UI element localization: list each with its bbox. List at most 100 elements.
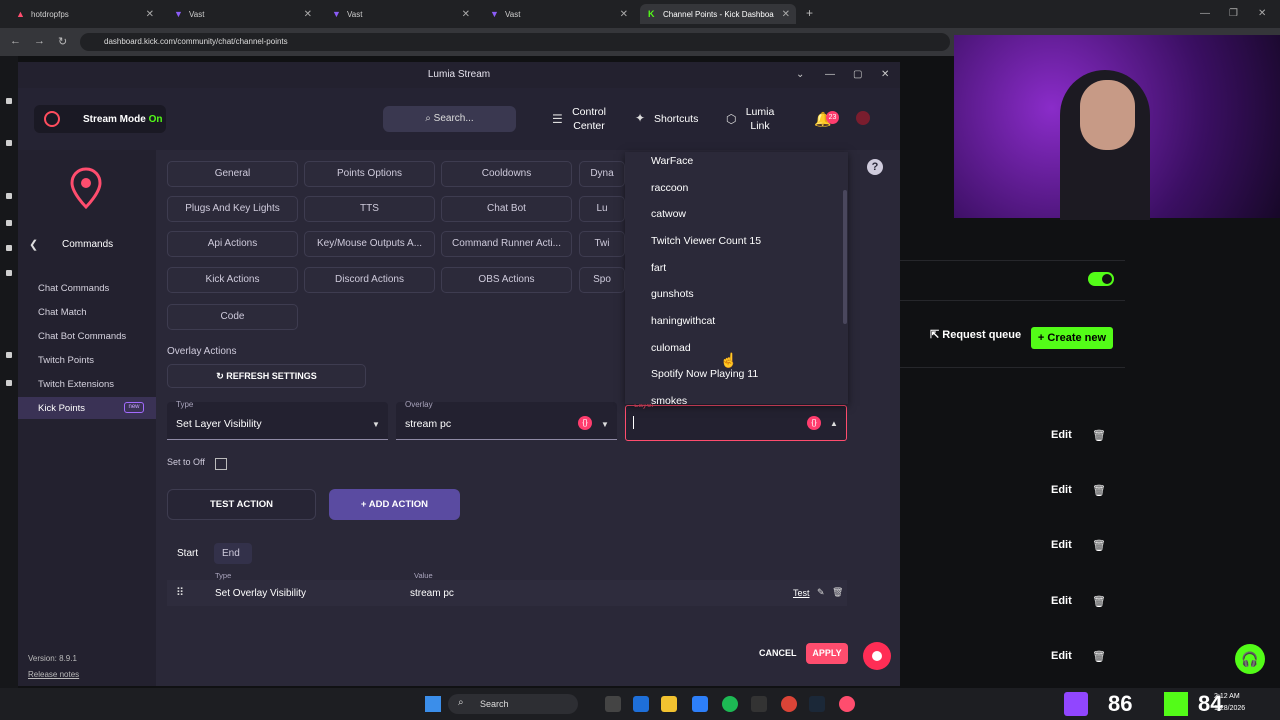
maximize-icon[interactable]: ❐ (1229, 8, 1238, 19)
close-icon[interactable]: ✕ (881, 69, 889, 80)
tab-end[interactable]: End (222, 548, 240, 559)
kick-nav-icon[interactable] (6, 193, 12, 199)
kick-nav-icon[interactable] (6, 98, 12, 104)
enable-toggle[interactable] (1088, 272, 1114, 286)
category-discord-actions[interactable]: Discord Actions (304, 267, 435, 293)
category-command-runner[interactable]: Command Runner Acti... (441, 231, 572, 257)
task-view-icon[interactable] (605, 696, 621, 712)
list-item[interactable]: raccoon (651, 182, 688, 194)
category-general[interactable]: General (167, 161, 298, 187)
category-key-mouse-outputs[interactable]: Key/Mouse Outputs A... (304, 231, 435, 257)
forward-icon[interactable]: → (34, 35, 45, 47)
trash-icon[interactable]: 🗑 (832, 587, 843, 598)
test-action-button[interactable]: TEST ACTION (167, 489, 316, 520)
list-item[interactable]: culomad (651, 342, 691, 354)
trash-icon[interactable]: 🗑 (1092, 484, 1106, 497)
trash-icon[interactable]: 🗑 (1092, 595, 1106, 608)
hud-icon[interactable] (751, 696, 767, 712)
variable-icon[interactable]: {} (578, 416, 592, 430)
category-dynamic[interactable]: Dyna (579, 161, 625, 187)
close-icon[interactable]: ✕ (620, 9, 628, 20)
edit-button[interactable]: Edit (1051, 595, 1072, 607)
browser-tab[interactable]: ▼ Vast ✕ (166, 4, 318, 24)
kick-nav-icon[interactable] (6, 352, 12, 358)
new-tab-icon[interactable]: + (806, 6, 813, 20)
list-item[interactable]: gunshots (651, 288, 694, 300)
add-action-button[interactable]: + ADD ACTION (329, 489, 460, 520)
create-new-button[interactable]: + Create new (1031, 327, 1113, 349)
list-item[interactable]: fart (651, 262, 666, 274)
close-icon[interactable]: ✕ (146, 9, 154, 20)
minimize-icon[interactable]: — (1200, 8, 1210, 19)
kick-nav-icon[interactable] (6, 380, 12, 386)
list-item[interactable]: WarFace (651, 155, 693, 167)
row-test-link[interactable]: Test (793, 588, 810, 598)
variable-icon[interactable]: {} (807, 416, 821, 430)
back-chevron-icon[interactable]: ❮ (29, 238, 38, 251)
browser-tab[interactable]: ▼ Vast ✕ (324, 4, 476, 24)
browser-tab[interactable]: ▼ Vast ✕ (482, 4, 634, 24)
apply-button[interactable]: APPLY (806, 643, 848, 664)
chevron-down-icon[interactable]: ⌄ (796, 69, 804, 80)
category-kick-actions[interactable]: Kick Actions (167, 267, 298, 293)
set-to-off-checkbox[interactable] (215, 458, 227, 470)
refresh-settings-button[interactable]: ↻ REFRESH SETTINGS (167, 364, 366, 388)
sidebar-item-chat-commands[interactable]: Chat Commands (38, 283, 109, 294)
list-item[interactable]: smokes (651, 395, 687, 404)
file-explorer-icon[interactable] (661, 696, 677, 712)
chrome-icon[interactable] (781, 696, 797, 712)
search-button[interactable]: ⌕ Search... (383, 106, 516, 132)
sidebar-item-twitch-extensions[interactable]: Twitch Extensions (38, 379, 114, 390)
release-notes-link[interactable]: Release notes (28, 670, 79, 679)
pencil-icon[interactable]: ✎ (817, 587, 825, 598)
category-twitch[interactable]: Twi (579, 231, 625, 257)
category-cooldowns[interactable]: Cooldowns (441, 161, 572, 187)
category-spotify[interactable]: Spo (579, 267, 625, 293)
back-icon[interactable]: ← (10, 35, 21, 47)
kick-nav-icon[interactable] (6, 245, 12, 251)
edit-button[interactable]: Edit (1051, 484, 1072, 496)
category-lumia[interactable]: Lu (579, 196, 625, 222)
close-icon[interactable]: ✕ (1258, 8, 1266, 19)
edit-button[interactable]: Edit (1051, 650, 1072, 662)
trash-icon[interactable]: 🗑 (1092, 539, 1106, 552)
avatar[interactable] (856, 111, 870, 125)
sidebar-item-chat-match[interactable]: Chat Match (38, 307, 87, 318)
tab-start[interactable]: Start (177, 548, 198, 559)
kick-nav-icon[interactable] (6, 220, 12, 226)
list-item[interactable]: Twitch Viewer Count 15 (651, 235, 761, 247)
category-api-actions[interactable]: Api Actions (167, 231, 298, 257)
kick-nav-icon[interactable] (6, 270, 12, 276)
lumia-taskbar-icon[interactable] (839, 696, 855, 712)
edit-button[interactable]: Edit (1051, 429, 1072, 441)
cancel-button[interactable]: CANCEL (759, 648, 797, 658)
edit-button[interactable]: Edit (1051, 539, 1072, 551)
shortcuts-button[interactable]: Shortcuts (654, 112, 698, 126)
category-obs-actions[interactable]: OBS Actions (441, 267, 572, 293)
category-chat-bot[interactable]: Chat Bot (441, 196, 572, 222)
record-icon[interactable] (863, 642, 891, 670)
edge-icon[interactable] (633, 696, 649, 712)
minimize-icon[interactable]: — (825, 69, 835, 80)
notepad-icon[interactable] (692, 696, 708, 712)
list-item[interactable]: Spotify Now Playing 11 (651, 368, 758, 380)
dropdown-scrollbar[interactable] (843, 190, 847, 324)
browser-tab[interactable]: ▲ hotdropfps ✕ (8, 4, 160, 24)
close-icon[interactable]: ✕ (782, 9, 790, 20)
request-queue-button[interactable]: ⇱ Request queue (930, 328, 1021, 341)
category-plugs[interactable]: Plugs And Key Lights (167, 196, 298, 222)
list-item[interactable]: catwow (651, 208, 686, 220)
sidebar-item-chat-bot-commands[interactable]: Chat Bot Commands (38, 331, 126, 342)
trash-icon[interactable]: 🗑 (1092, 429, 1106, 442)
category-code[interactable]: Code (167, 304, 298, 330)
steam-icon[interactable] (809, 696, 825, 712)
taskbar-search[interactable]: Search (448, 694, 578, 714)
category-points-options[interactable]: Points Options (304, 161, 435, 187)
close-icon[interactable]: ✕ (462, 9, 470, 20)
url-field[interactable]: dashboard.kick.com/community/chat/channe… (80, 33, 950, 51)
help-icon[interactable]: ? (867, 159, 883, 175)
lumia-link-button[interactable]: Lumia Link (745, 105, 775, 133)
sidebar-item-twitch-points[interactable]: Twitch Points (38, 355, 94, 366)
support-icon[interactable]: 🎧 (1235, 644, 1265, 674)
trash-icon[interactable]: 🗑 (1092, 650, 1106, 663)
